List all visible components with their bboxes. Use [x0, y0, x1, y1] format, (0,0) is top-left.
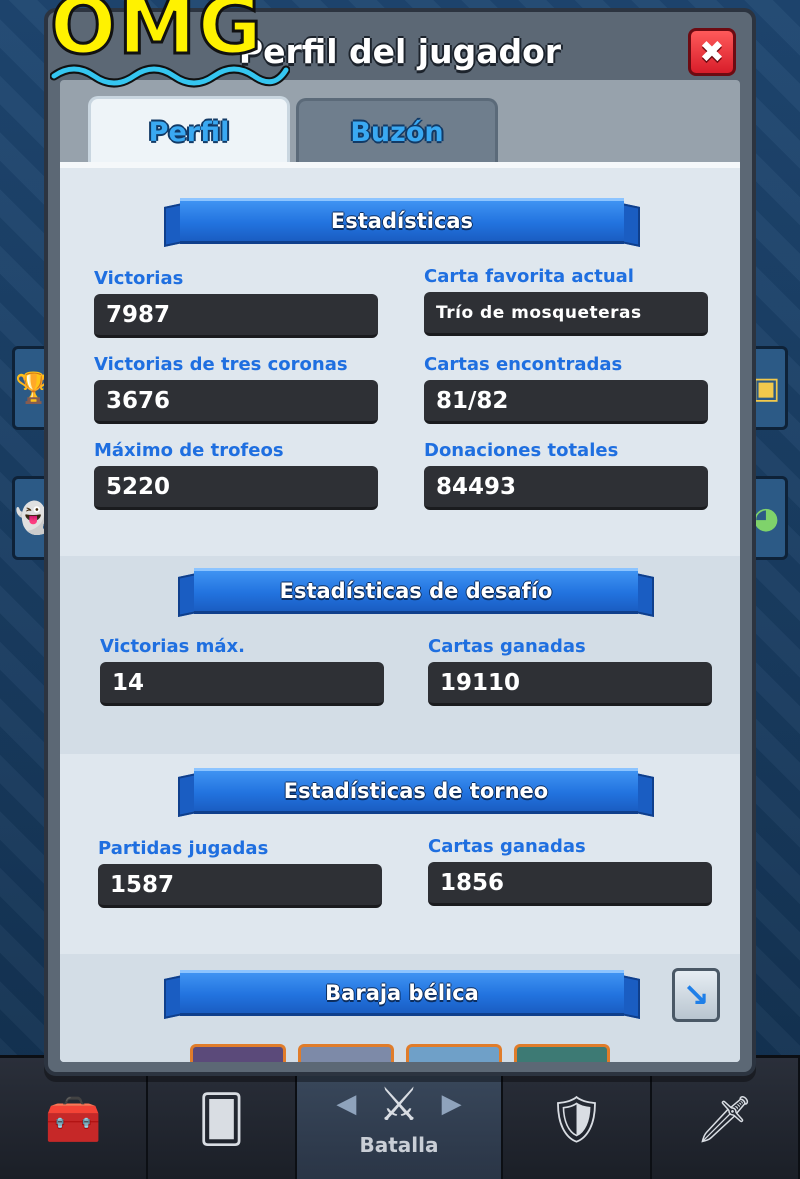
stat-victories: Victorias 7987 [94, 268, 378, 338]
deck-card[interactable] [406, 1044, 502, 1062]
stat-value: 5220 [94, 466, 378, 510]
tournament-section: Estadísticas de torneo Partidas jugadas … [60, 754, 740, 954]
stat-three-crown-wins: Victorias de tres coronas 3676 [94, 354, 378, 424]
crossed-swords-icon: ⚔ [378, 1076, 420, 1131]
arrow-left-icon[interactable]: ◀ [336, 1089, 356, 1119]
tab-bar: Perfil Buzón [88, 96, 498, 166]
stat-value: 3676 [94, 380, 378, 424]
deck-section: Baraja bélica ↘ [60, 954, 740, 1062]
nav-battle-label: Batalla [359, 1132, 439, 1157]
stat-label: Victorias máx. [100, 636, 245, 657]
challenge-section: Estadísticas de desafío Victorias máx. 1… [60, 556, 740, 754]
tournament-title: Estadísticas de torneo [283, 779, 549, 803]
stat-label: Cartas ganadas [428, 836, 586, 857]
stat-label: Partidas jugadas [98, 838, 269, 859]
stat-max-wins: Victorias máx. 14 [100, 636, 384, 706]
nav-events[interactable]: 🗡 [652, 1058, 800, 1179]
stats-title: Estadísticas [330, 209, 474, 233]
nav-social[interactable]: 🛡 [503, 1058, 652, 1179]
stat-max-trophies: Máximo de trofeos 5220 [94, 440, 378, 510]
modal-body: Perfil Buzón Estadísticas Victorias 7987… [60, 80, 740, 1062]
close-icon: ✖ [699, 34, 725, 70]
stat-value: 1856 [428, 862, 712, 906]
tournament-ribbon: Estadísticas de torneo [178, 768, 654, 817]
deck-card[interactable] [298, 1044, 394, 1062]
close-button[interactable]: ✖ [688, 28, 736, 76]
stat-value: 19110 [428, 662, 712, 706]
stats-ribbon: Estadísticas [164, 198, 640, 247]
deck-card[interactable] [190, 1044, 286, 1062]
stat-label: Victorias [94, 268, 184, 289]
challenge-title: Estadísticas de desafío [279, 579, 553, 603]
stat-cards-found: Cartas encontradas 81/82 [424, 354, 708, 424]
share-arrow-icon: ↘ [682, 976, 710, 1014]
deck-card[interactable] [514, 1044, 610, 1062]
deck-cards [190, 1044, 610, 1062]
stat-label: Victorias de tres coronas [94, 354, 348, 375]
clan-shield-icon: 🛡 [547, 1091, 606, 1146]
nav-battle[interactable]: ◀ ⚔ ▶ Batalla [296, 1058, 504, 1179]
tab-mailbox[interactable]: Buzón [296, 98, 498, 164]
tab-profile[interactable]: Perfil [88, 96, 290, 166]
challenge-ribbon: Estadísticas de desafío [178, 568, 654, 617]
cards-icon: 🂠 [197, 1091, 245, 1146]
stat-games-played: Partidas jugadas 1587 [98, 838, 382, 908]
copy-deck-button[interactable]: ↘ [672, 968, 720, 1022]
stat-label: Donaciones totales [424, 440, 619, 461]
deck-title: Baraja bélica [325, 981, 479, 1005]
arrow-right-icon[interactable]: ▶ [442, 1089, 462, 1119]
stat-value: 81/82 [424, 380, 708, 424]
nav-cards[interactable]: 🂠 [148, 1058, 297, 1179]
stat-favorite-card: Carta favorita actual Trío de mosquetera… [424, 266, 708, 336]
stat-label: Cartas ganadas [428, 636, 586, 657]
stat-label: Carta favorita actual [424, 266, 634, 287]
stat-challenge-cards-won: Cartas ganadas 19110 [428, 636, 712, 706]
stat-value: Trío de mosqueteras [424, 292, 708, 336]
nav-shop[interactable]: 🧰 [0, 1058, 149, 1179]
profile-content[interactable]: Estadísticas Victorias 7987 Carta favori… [60, 162, 740, 1062]
player-profile-modal: Perfil del jugador ✖ Perfil Buzón Estadí… [44, 8, 756, 1076]
deck-ribbon: Baraja bélica [164, 970, 640, 1019]
omg-overlay-text: OMG [49, 0, 264, 72]
stat-value: 14 [100, 662, 384, 706]
stats-section: Estadísticas Victorias 7987 Carta favori… [60, 168, 740, 556]
squiggle-underline [50, 64, 290, 88]
stat-total-donations: Donaciones totales 84493 [424, 440, 708, 510]
stat-tournament-cards-won: Cartas ganadas 1856 [428, 836, 712, 906]
stat-value: 84493 [424, 466, 708, 510]
stat-value: 7987 [94, 294, 378, 338]
stat-label: Máximo de trofeos [94, 440, 284, 461]
stat-value: 1587 [98, 864, 382, 908]
stat-label: Cartas encontradas [424, 354, 623, 375]
treasure-chest-icon: 🧰 [44, 1091, 102, 1146]
laurel-sword-icon: 🗡 [695, 1091, 755, 1146]
